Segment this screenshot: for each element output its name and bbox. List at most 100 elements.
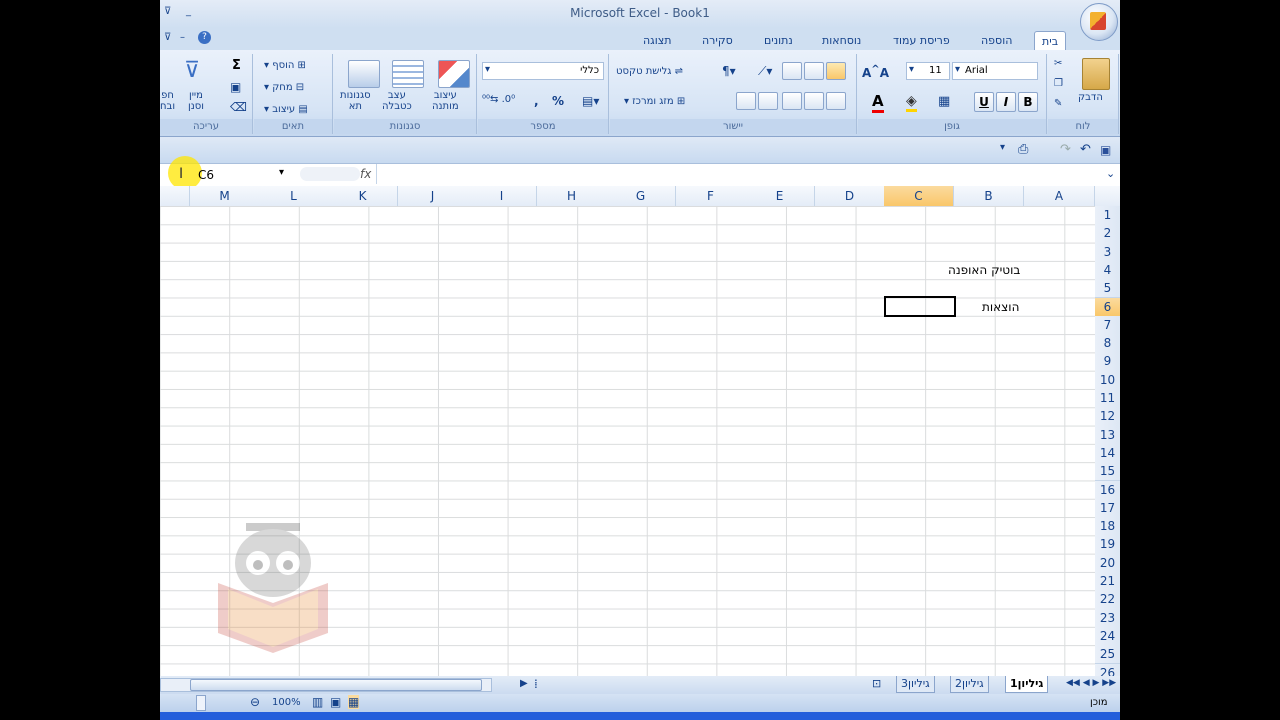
restore-icon[interactable]: ⊽: [164, 6, 171, 17]
row-header-16[interactable]: 16: [1095, 480, 1120, 500]
sort-filter-button[interactable]: מיין וסנן: [188, 90, 204, 112]
sheet-tab-2[interactable]: גיליון2: [950, 676, 989, 693]
column-header-A[interactable]: A: [1024, 186, 1095, 207]
sheet-tab-3[interactable]: גיליון3: [896, 676, 935, 693]
italic-button[interactable]: I: [996, 92, 1016, 112]
column-header-M[interactable]: M: [190, 186, 260, 207]
conditional-formatting-button[interactable]: עיצוב מותנה: [432, 90, 459, 112]
column-header-G[interactable]: G: [606, 186, 676, 207]
page-layout-view-icon[interactable]: ▣: [330, 695, 341, 709]
select-all-corner[interactable]: [1095, 186, 1120, 207]
autosum-icon[interactable]: Σ: [232, 58, 241, 73]
row-header-8[interactable]: 8: [1095, 334, 1120, 354]
undo-icon[interactable]: ↶: [1080, 142, 1091, 157]
row-header-17[interactable]: 17: [1095, 498, 1120, 519]
row-header-24[interactable]: 24: [1095, 626, 1120, 647]
cell-B4[interactable]: בוטיק האופנה: [948, 263, 1020, 277]
row-header-21[interactable]: 21: [1095, 572, 1120, 592]
column-header-F[interactable]: F: [676, 186, 746, 207]
row-header-19[interactable]: 19: [1095, 535, 1120, 555]
tab-page-layout[interactable]: פריסת עמוד: [886, 31, 957, 50]
office-button[interactable]: [1080, 3, 1118, 41]
row-header-3[interactable]: 3: [1095, 242, 1120, 262]
page-break-view-icon[interactable]: ▥: [312, 695, 323, 709]
copy-icon[interactable]: ❐: [1054, 78, 1063, 89]
merge-center-button[interactable]: ▾ מזג ומרכז ⊞: [624, 96, 685, 107]
row-header-2[interactable]: 2: [1095, 224, 1120, 244]
normal-view-icon[interactable]: ▦: [348, 695, 360, 709]
paste-button[interactable]: הדבק: [1078, 92, 1103, 103]
wrap-text-button[interactable]: גלישת טקסט ⇌: [616, 66, 683, 77]
row-header-18[interactable]: 18: [1095, 517, 1120, 537]
row-header-4[interactable]: 4: [1095, 260, 1120, 281]
percent-button[interactable]: %: [552, 94, 564, 108]
column-header-J[interactable]: J: [398, 186, 468, 207]
row-header-12[interactable]: 12: [1095, 407, 1120, 427]
sheet-nav-icons[interactable]: ◀◀ ◀ ▶ ▶▶: [1066, 678, 1116, 688]
format-cells-button[interactable]: ▾ עיצוב ▤: [264, 104, 308, 115]
scrollbar-thumb[interactable]: [190, 679, 482, 691]
increase-indent-icon[interactable]: [758, 92, 778, 110]
comma-style-icon[interactable]: ,: [534, 94, 539, 108]
rtl-direction-icon[interactable]: ¶▾: [722, 64, 736, 78]
row-header-25[interactable]: 25: [1095, 645, 1120, 665]
align-bottom-icon[interactable]: [782, 62, 802, 80]
cell-styles-icon[interactable]: [348, 60, 380, 88]
column-header-C[interactable]: C: [884, 186, 954, 207]
column-header-I[interactable]: I: [467, 186, 537, 207]
column-header-H[interactable]: H: [537, 186, 607, 207]
decrease-indent-icon[interactable]: [736, 92, 756, 110]
sheet-tab-1[interactable]: גיליון1: [1005, 676, 1049, 693]
number-format-select[interactable]: כללי ▾: [482, 62, 604, 80]
align-right-icon[interactable]: [826, 92, 846, 110]
font-name-select[interactable]: Arial ▾: [952, 62, 1038, 80]
column-header-L[interactable]: L: [259, 186, 329, 207]
conditional-formatting-icon[interactable]: [438, 60, 470, 88]
grow-font-icon[interactable]: A^A: [862, 64, 889, 80]
name-box[interactable]: C6 ▾: [190, 166, 296, 183]
row-header-22[interactable]: 22: [1095, 590, 1120, 610]
ribbon-minimize-icon[interactable]: –: [180, 32, 185, 43]
row-header-23[interactable]: 23: [1095, 608, 1120, 628]
customize-qat-icon[interactable]: ▾: [1000, 142, 1005, 153]
fill-icon[interactable]: ▣: [230, 80, 241, 94]
tab-view[interactable]: תצוגה: [636, 31, 678, 50]
format-painter-icon[interactable]: ✎: [1054, 98, 1062, 109]
row-header-20[interactable]: 20: [1095, 553, 1120, 573]
align-top-icon[interactable]: [826, 62, 846, 80]
tab-insert[interactable]: הוספה: [974, 31, 1019, 50]
insert-function-icon[interactable]: fx: [360, 167, 371, 181]
tab-review[interactable]: סקירה: [695, 31, 740, 50]
find-select-button[interactable]: חפ ובח: [160, 90, 175, 112]
bold-button[interactable]: B: [1018, 92, 1038, 112]
column-header-D[interactable]: D: [815, 186, 885, 207]
tab-formulas[interactable]: נוסחאות: [815, 31, 868, 50]
row-header-15[interactable]: 15: [1095, 462, 1120, 482]
ribbon-restore-icon[interactable]: ⊽: [164, 32, 171, 43]
insert-sheet-icon[interactable]: ⊡: [872, 677, 881, 690]
sort-filter-icon[interactable]: ⊽: [184, 58, 212, 84]
row-header-1[interactable]: 1: [1095, 206, 1120, 226]
font-size-select[interactable]: 11 ▾: [906, 62, 950, 80]
save-icon[interactable]: ▣: [1100, 143, 1111, 157]
tab-split-handle[interactable]: ⁞: [534, 677, 538, 691]
row-header-11[interactable]: 11: [1095, 389, 1120, 409]
help-icon[interactable]: ?: [198, 31, 211, 44]
active-cell-C6[interactable]: [884, 296, 956, 317]
cut-icon[interactable]: ✂: [1054, 58, 1062, 69]
row-header-6[interactable]: 6: [1095, 297, 1120, 317]
cell-styles-button[interactable]: סגנונות תא: [340, 90, 371, 112]
column-header-B[interactable]: B: [954, 186, 1024, 207]
expand-formula-icon[interactable]: ⌄: [1106, 167, 1115, 180]
zoom-level[interactable]: 100%: [272, 697, 301, 708]
redo-icon[interactable]: ↷: [1060, 142, 1071, 157]
insert-cells-button[interactable]: ▾ הוסף ⊞: [264, 60, 306, 71]
decimal-icons[interactable]: ⁰⁰⇆ .0⁰: [482, 94, 515, 105]
row-header-14[interactable]: 14: [1095, 443, 1120, 464]
align-middle-icon[interactable]: [804, 62, 824, 80]
align-left-icon[interactable]: [782, 92, 802, 110]
column-header-E[interactable]: E: [745, 186, 815, 207]
column-header-partial[interactable]: [160, 186, 190, 207]
zoom-out-icon[interactable]: ⊖: [250, 695, 260, 709]
delete-cells-button[interactable]: ▾ מחק ⊟: [264, 82, 304, 93]
